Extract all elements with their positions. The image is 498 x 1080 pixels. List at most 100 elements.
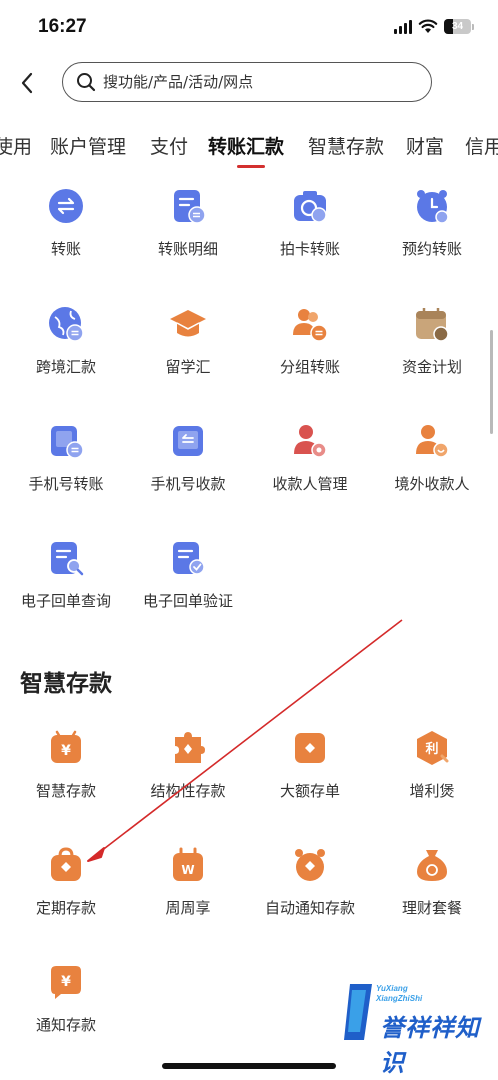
- grid-item-label: 电子回单查询: [20, 592, 111, 610]
- back-button[interactable]: [12, 66, 42, 100]
- grid-item-auto-notice-deposit[interactable]: 自动通知存款: [248, 845, 372, 945]
- grid-item-label: 分组转账: [279, 358, 340, 376]
- signal-icon: [394, 19, 412, 34]
- alarm-clock-icon: [412, 186, 452, 226]
- zenglibao-icon: 利: [412, 728, 452, 768]
- grid-item-label: 预约转账: [401, 240, 462, 258]
- grid-item-label: 结构性存款: [150, 782, 226, 800]
- grid-item-large-cd[interactable]: 大额存单: [248, 728, 372, 828]
- calendar-money-icon: [412, 304, 452, 344]
- tab-transfer[interactable]: 转账汇款: [208, 132, 284, 159]
- grid-item-label: 通知存款: [35, 1016, 96, 1034]
- search-input[interactable]: [103, 73, 403, 91]
- transfer-arrows-icon: [46, 186, 86, 226]
- tab-usage[interactable]: 使用: [0, 132, 32, 159]
- category-tabs: 使用 账户管理 支付 转账汇款 智慧存款 财富 信用: [0, 128, 498, 172]
- tab-payment[interactable]: 支付: [150, 132, 188, 159]
- grid-item-smart-deposit[interactable]: ¥ 智慧存款: [4, 728, 128, 828]
- header: [0, 60, 498, 106]
- grid-item-label: 大额存单: [279, 782, 340, 800]
- fixed-deposit-icon: [46, 845, 86, 885]
- large-cd-icon: [290, 728, 330, 768]
- svg-text:利: 利: [425, 741, 438, 757]
- wealth-package-icon: [412, 845, 452, 885]
- chevron-left-icon: [21, 72, 33, 94]
- watermark-line2: XiangZhiShi: [376, 994, 423, 1003]
- status-bar: 16:27 34: [0, 0, 498, 56]
- grid-item-label: 拍卡转账: [279, 240, 340, 258]
- grid-item-fund-plan[interactable]: 资金计划: [370, 304, 494, 404]
- phone-receive-icon: [168, 421, 208, 461]
- grid-item-scheduled-transfer[interactable]: 预约转账: [370, 186, 494, 286]
- grid-item-label: 智慧存款: [35, 782, 96, 800]
- globe-transfer-icon: [46, 304, 86, 344]
- grid-item-notice-deposit[interactable]: ¥ 通知存款: [4, 962, 128, 1062]
- grid-item-label: 转账: [50, 240, 81, 258]
- tab-smart-deposit[interactable]: 智慧存款: [308, 132, 384, 159]
- grid-item-label: 电子回单验证: [142, 592, 233, 610]
- grid-item-label: 转账明细: [157, 240, 218, 258]
- watermark-logo: [344, 984, 372, 1040]
- overseas-payee-icon: [412, 421, 452, 461]
- payee-manage-icon: [290, 421, 330, 461]
- grid-item-receipt-verify[interactable]: 电子回单验证: [126, 538, 250, 638]
- grid-item-zenglibao[interactable]: 利 增利煲: [370, 728, 494, 828]
- wifi-icon: [418, 19, 438, 33]
- grid-item-weekly[interactable]: W 周周享: [126, 845, 250, 945]
- structured-deposit-icon: [168, 728, 208, 768]
- group-transfer-icon: [290, 304, 330, 344]
- search-bar[interactable]: [62, 62, 432, 102]
- grid-item-label: 境外收款人: [394, 475, 470, 493]
- weekly-calendar-icon: W: [168, 845, 208, 885]
- active-tab-indicator: [237, 165, 265, 168]
- tab-account-management[interactable]: 账户管理: [50, 132, 126, 159]
- smart-deposit-icon: ¥: [46, 728, 86, 768]
- graduation-cap-icon: [168, 304, 208, 344]
- tab-credit[interactable]: 信用: [465, 132, 498, 159]
- svg-text:¥: ¥: [61, 974, 71, 990]
- grid-item-label: 收款人管理: [272, 475, 348, 493]
- grid-item-study-abroad[interactable]: 留学汇: [126, 304, 250, 404]
- grid-item-structured-deposit[interactable]: 结构性存款: [126, 728, 250, 828]
- camera-card-icon: [290, 186, 330, 226]
- phone-transfer-icon: [46, 421, 86, 461]
- grid-item-phone-receive[interactable]: 手机号收款: [126, 421, 250, 521]
- grid-item-cross-border[interactable]: 跨境汇款: [4, 304, 128, 404]
- grid-item-label: 手机号收款: [150, 475, 226, 493]
- battery-level: 34: [451, 21, 464, 32]
- grid-item-payee-management[interactable]: 收款人管理: [248, 421, 372, 521]
- grid-item-fixed-deposit[interactable]: 定期存款: [4, 845, 128, 945]
- grid-item-wealth-package[interactable]: 理财套餐: [370, 845, 494, 945]
- grid-item-overseas-payee[interactable]: 境外收款人: [370, 421, 494, 521]
- watermark: YuXiang XiangZhiShi 誉祥祥知识: [340, 978, 490, 1077]
- grid-item-group-transfer[interactable]: 分组转账: [248, 304, 372, 404]
- grid-item-label: 周周享: [165, 899, 211, 917]
- watermark-line1: YuXiang: [376, 984, 408, 993]
- svg-text:¥: ¥: [61, 743, 71, 759]
- grid-item-receipt-query[interactable]: 电子回单查询: [4, 538, 128, 638]
- grid-item-label: 定期存款: [35, 899, 96, 917]
- notice-deposit-icon: ¥: [46, 962, 86, 1002]
- receipt-search-icon: [46, 538, 86, 578]
- tab-wealth[interactable]: 财富: [406, 132, 444, 159]
- grid-item-label: 资金计划: [401, 358, 462, 376]
- grid-item-transfer[interactable]: 转账: [4, 186, 128, 286]
- battery-icon: 34: [444, 19, 474, 34]
- home-indicator: [162, 1063, 336, 1069]
- search-icon: [75, 71, 97, 93]
- grid-item-label: 增利煲: [409, 782, 455, 800]
- grid-item-label: 自动通知存款: [264, 899, 355, 917]
- status-time: 16:27: [38, 16, 87, 37]
- transfer-detail-icon: [168, 186, 208, 226]
- status-icons: 34: [394, 19, 474, 34]
- watermark-title: 誉祥祥知识: [380, 1014, 480, 1077]
- grid-item-transfer-detail[interactable]: 转账明细: [126, 186, 250, 286]
- grid-item-label: 理财套餐: [401, 899, 462, 917]
- grid-item-card-photo-transfer[interactable]: 拍卡转账: [248, 186, 372, 286]
- section-title-smart-deposit: 智慧存款: [20, 671, 112, 697]
- svg-text:W: W: [181, 863, 194, 877]
- scrollbar[interactable]: [490, 330, 493, 434]
- grid-item-phone-transfer[interactable]: 手机号转账: [4, 421, 128, 521]
- grid-item-label: 手机号转账: [28, 475, 104, 493]
- grid-item-label: 跨境汇款: [35, 358, 96, 376]
